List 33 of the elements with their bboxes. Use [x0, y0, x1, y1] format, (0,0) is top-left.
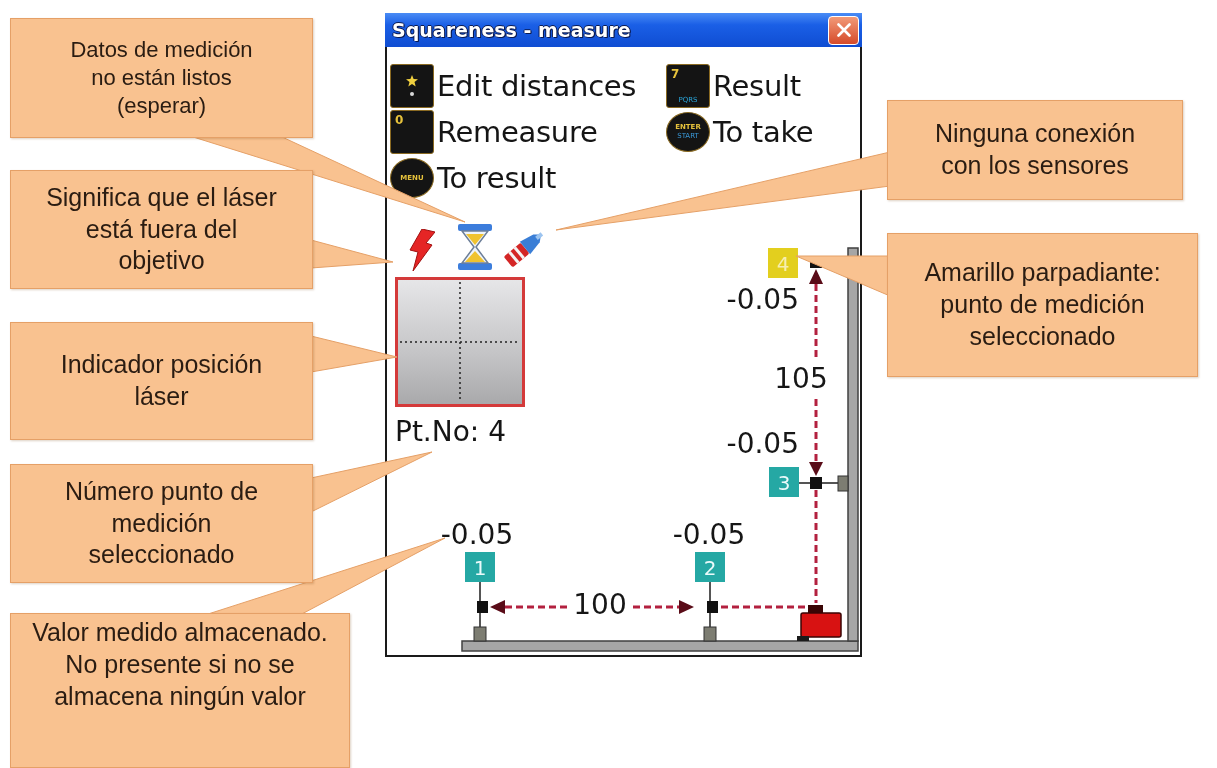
- hourglass-icon: [457, 223, 493, 271]
- measured-value: -0.05: [672, 518, 746, 551]
- measuring-point-tag: 4: [768, 248, 798, 278]
- star-icon: [406, 75, 418, 97]
- callout: Amarillo parpadiante: punto de medición seleccionado: [887, 233, 1198, 377]
- point-number-label: Pt.No: 4: [395, 415, 506, 448]
- key-hint-label: To take: [713, 115, 814, 149]
- laser-transmitter: [797, 605, 842, 641]
- key-hint-label: Remeasure: [437, 115, 598, 149]
- callout: Número punto de medición seleccionado: [10, 464, 313, 583]
- keypad-key: 0: [390, 110, 434, 154]
- callout: Indicador posición láser: [10, 322, 313, 440]
- lightning-icon: [407, 229, 435, 271]
- sensor-mount: [473, 581, 488, 642]
- sensor-mount: [703, 581, 718, 642]
- dimension-value: 105: [774, 362, 828, 395]
- callout: Datos de medición no están listos (esperar): [10, 18, 313, 138]
- window-title: Squareness - measure: [392, 19, 631, 41]
- measuring-point-tag: 2: [695, 552, 725, 582]
- close-button[interactable]: [828, 15, 859, 45]
- callout: Ninguna conexión con los sensores: [887, 100, 1183, 200]
- key-hint-label: Edit distances: [437, 69, 637, 103]
- measured-value: -0.05: [440, 518, 514, 551]
- measuring-point-tag: 1: [465, 552, 495, 582]
- measuring-point-tag: 3: [769, 467, 799, 497]
- key-hint-label: To result: [437, 161, 557, 195]
- measured-value: -0.05: [726, 283, 799, 316]
- callout: Significa que el láser está fuera del objetivo: [10, 170, 313, 289]
- key-hint-label: Result: [713, 69, 801, 103]
- close-icon: [836, 23, 851, 37]
- dimension-value: 100: [573, 588, 627, 621]
- measured-value: -0.05: [726, 427, 799, 460]
- sensor-mount: [798, 475, 849, 492]
